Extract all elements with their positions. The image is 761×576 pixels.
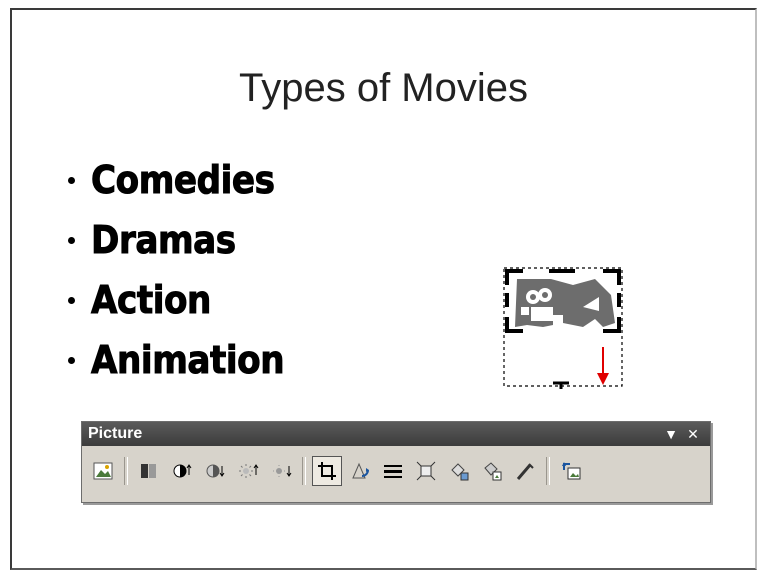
color-icon xyxy=(141,464,156,478)
bullet-dot-icon xyxy=(68,176,75,184)
format-picture-icon xyxy=(484,462,502,481)
toolbar-buttons xyxy=(82,446,710,492)
slide-title[interactable]: Types of Movies xyxy=(12,66,755,111)
bullet-text: Animation xyxy=(91,338,285,383)
toolbar-title: Picture xyxy=(88,425,143,442)
more-brightness-icon xyxy=(239,464,259,478)
rotate-left-icon xyxy=(352,462,369,479)
set-transparent-color-button[interactable] xyxy=(510,456,540,486)
more-contrast-button[interactable] xyxy=(167,456,197,486)
toolbar-title-bar[interactable]: Picture ▼ ✕ xyxy=(82,422,710,446)
bullet-dot-icon xyxy=(68,296,75,304)
insert-picture-button[interactable] xyxy=(88,456,118,486)
format-picture-button[interactable] xyxy=(477,456,507,486)
recolor-picture-button[interactable] xyxy=(444,456,474,486)
picture-toolbar: Picture ▼ ✕ xyxy=(81,421,711,503)
more-brightness-button[interactable] xyxy=(233,456,263,486)
set-transparent-color-icon xyxy=(516,463,534,480)
compress-icon xyxy=(416,461,436,481)
bullet-dot-icon xyxy=(68,236,75,244)
bullet-item: Comedies xyxy=(68,150,306,210)
bullet-item: Action xyxy=(68,270,306,330)
rotate-left-button[interactable] xyxy=(345,456,375,486)
crop-icon xyxy=(318,462,336,480)
crop-button[interactable] xyxy=(312,456,342,486)
line-style-icon xyxy=(384,465,402,478)
reset-picture-button[interactable] xyxy=(556,456,586,486)
less-contrast-button[interactable] xyxy=(200,456,230,486)
bullet-text: Action xyxy=(91,278,212,323)
bullet-item: Animation xyxy=(68,330,306,390)
color-button[interactable] xyxy=(134,456,164,486)
reset-picture-icon xyxy=(562,462,581,480)
bullet-text: Dramas xyxy=(91,218,237,263)
toolbar-separator xyxy=(546,457,550,485)
insert-picture-icon xyxy=(93,462,113,480)
less-contrast-icon xyxy=(206,464,225,478)
less-brightness-icon xyxy=(273,465,292,477)
toolbar-separator xyxy=(124,457,128,485)
toolbar-separator xyxy=(302,457,306,485)
bullet-item: Dramas xyxy=(68,210,306,270)
close-icon[interactable]: ✕ xyxy=(682,426,704,443)
movie-camera-clipart[interactable] xyxy=(503,267,625,389)
toolbar-options-icon[interactable]: ▼ xyxy=(660,426,682,442)
bullet-dot-icon xyxy=(68,356,75,364)
recolor-icon xyxy=(451,463,469,481)
more-contrast-icon xyxy=(173,464,192,478)
bullet-text: Comedies xyxy=(91,158,276,203)
bullet-list[interactable]: Comedies Dramas Action Animation xyxy=(68,150,306,390)
compress-pictures-button[interactable] xyxy=(411,456,441,486)
less-brightness-button[interactable] xyxy=(266,456,296,486)
line-style-button[interactable] xyxy=(378,456,408,486)
